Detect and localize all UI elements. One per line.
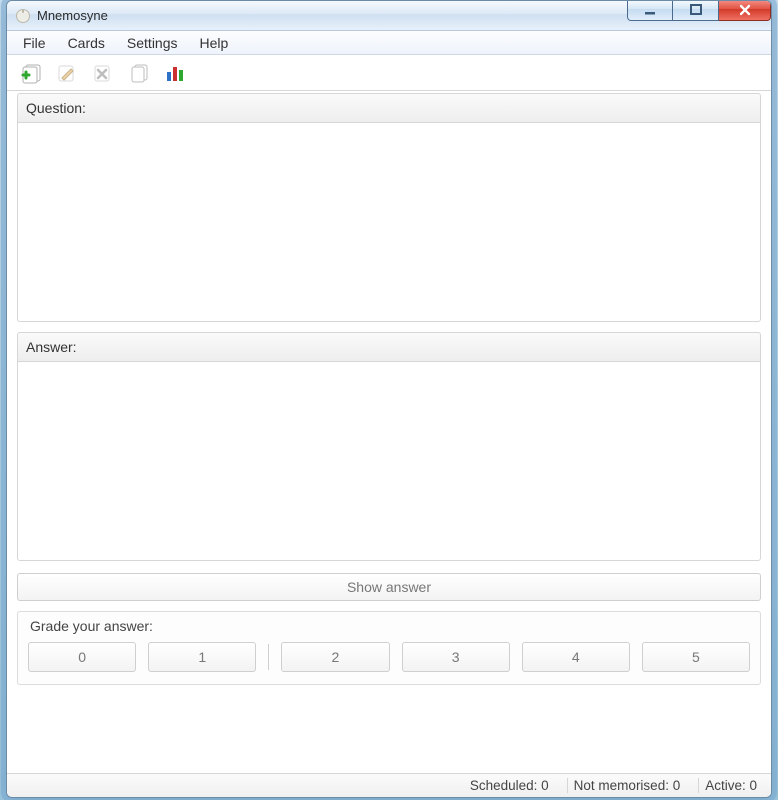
- cards-stack-icon: [128, 62, 150, 84]
- minimize-icon: [644, 4, 656, 16]
- show-answer-button[interactable]: Show answer: [17, 573, 761, 601]
- toolbar: [7, 55, 771, 91]
- status-scheduled: Scheduled: 0: [464, 778, 555, 793]
- question-label: Question:: [17, 93, 761, 122]
- content-area: Question: Answer: Show answer Grade your…: [17, 93, 761, 771]
- grade-3-button[interactable]: 3: [402, 642, 510, 672]
- minimize-button[interactable]: [627, 0, 673, 21]
- grade-4-label: 4: [572, 649, 580, 665]
- grade-5-button[interactable]: 5: [642, 642, 750, 672]
- status-active: Active: 0: [698, 778, 763, 793]
- menu-settings[interactable]: Settings: [117, 32, 188, 54]
- statistics-icon: [164, 62, 186, 84]
- delete-card-icon: [92, 62, 114, 84]
- app-window: Mnemosyne File Cards Settings Help: [6, 0, 772, 798]
- grade-1-button[interactable]: 1: [148, 642, 256, 672]
- question-pane: [17, 122, 761, 322]
- show-answer-label: Show answer: [347, 579, 431, 595]
- statusbar: Scheduled: 0 Not memorised: 0 Active: 0: [7, 773, 771, 797]
- menu-file[interactable]: File: [13, 32, 56, 54]
- grade-4-button[interactable]: 4: [522, 642, 630, 672]
- titlebar[interactable]: Mnemosyne: [7, 1, 771, 31]
- menu-cards[interactable]: Cards: [58, 32, 115, 54]
- close-icon: [739, 4, 751, 16]
- grade-separator: [268, 644, 269, 670]
- grade-row: 0 1 2 3 4 5: [28, 642, 750, 672]
- statistics-button[interactable]: [161, 59, 189, 87]
- edit-card-icon: [56, 62, 78, 84]
- grade-5-label: 5: [692, 649, 700, 665]
- close-button[interactable]: [719, 0, 771, 21]
- browse-cards-button[interactable]: [125, 59, 153, 87]
- delete-card-button: [89, 59, 117, 87]
- add-card-button[interactable]: [17, 59, 45, 87]
- grade-2-label: 2: [332, 649, 340, 665]
- grade-title: Grade your answer:: [30, 618, 750, 634]
- status-not-memorised: Not memorised: 0: [567, 778, 687, 793]
- maximize-icon: [690, 4, 702, 16]
- window-controls: [627, 0, 771, 21]
- grade-3-label: 3: [452, 649, 460, 665]
- answer-label: Answer:: [17, 332, 761, 361]
- answer-pane: [17, 361, 761, 561]
- grade-2-button[interactable]: 2: [281, 642, 389, 672]
- grade-1-label: 1: [198, 649, 206, 665]
- grade-0-button[interactable]: 0: [28, 642, 136, 672]
- app-icon: [15, 8, 31, 24]
- maximize-button[interactable]: [673, 0, 719, 21]
- grade-0-label: 0: [78, 649, 86, 665]
- grade-group: Grade your answer: 0 1 2 3 4 5: [17, 611, 761, 685]
- add-card-icon: [20, 62, 42, 84]
- edit-card-button: [53, 59, 81, 87]
- menubar: File Cards Settings Help: [7, 31, 771, 55]
- menu-help[interactable]: Help: [190, 32, 239, 54]
